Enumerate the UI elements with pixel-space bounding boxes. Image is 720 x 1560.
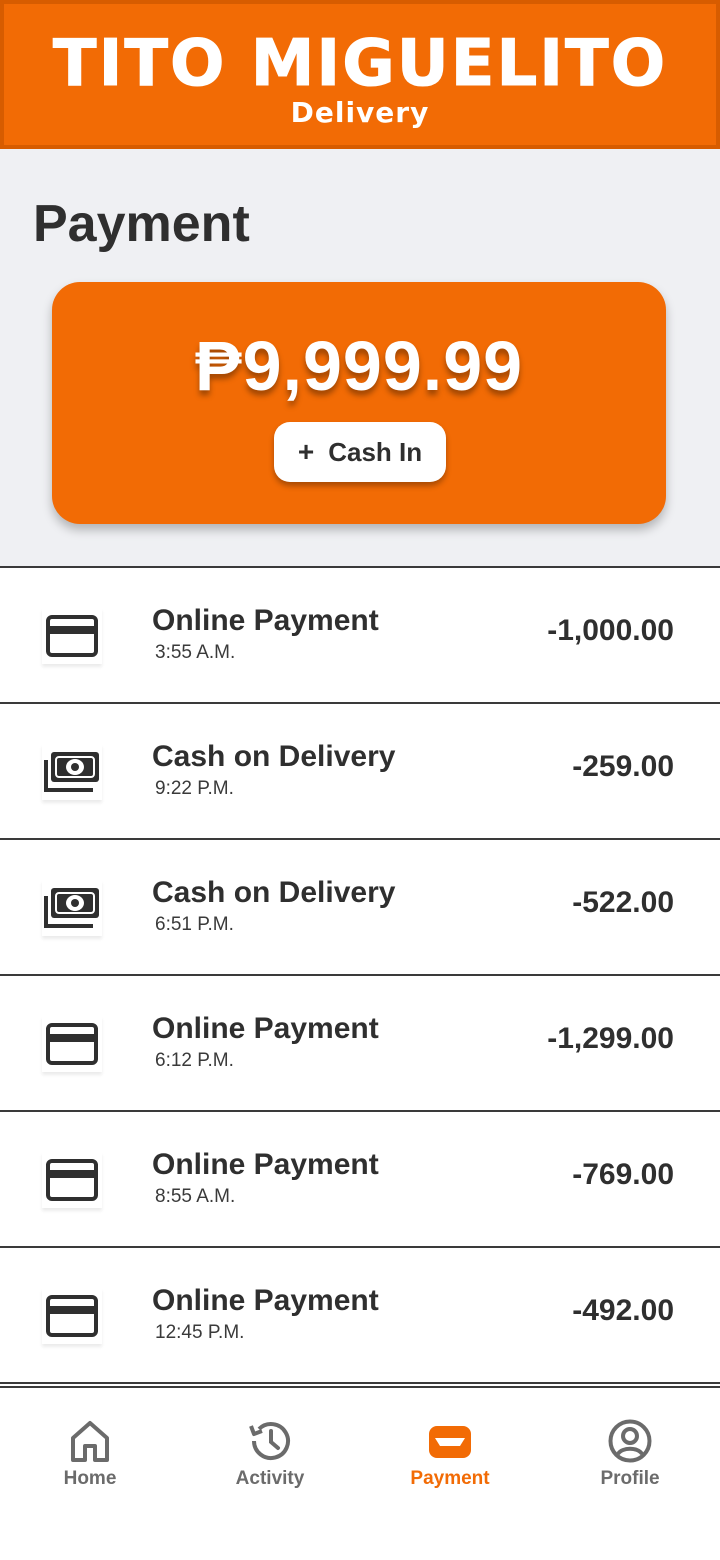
brand-title: TITO MIGUELITO <box>52 27 668 101</box>
transaction-amount: -522.00 <box>572 886 674 919</box>
wallet-balance: ₱9,999.99 <box>194 327 524 405</box>
nav-label-profile: Profile <box>600 1468 660 1489</box>
profile-icon <box>540 1418 720 1464</box>
transaction-row[interactable]: Online Payment 12:45 P.M. -492.00 <box>0 1248 720 1384</box>
cash-in-label: Cash In <box>328 436 423 467</box>
transaction-time: 6:12 P.M. <box>155 1050 234 1071</box>
nav-item-home[interactable]: Home <box>0 1388 180 1560</box>
transaction-amount: -1,000.00 <box>547 614 674 647</box>
plus-icon: + <box>297 436 315 467</box>
credit-card-icon <box>42 608 102 664</box>
transaction-type: Online Payment <box>152 1148 379 1181</box>
transaction-type: Online Payment <box>152 1284 379 1317</box>
cash-in-button[interactable]: + Cash In <box>274 422 446 482</box>
nav-item-payment[interactable]: Payment <box>360 1388 540 1560</box>
transaction-amount: -492.00 <box>572 1294 674 1327</box>
transaction-row[interactable]: Cash on Delivery 9:22 P.M. -259.00 <box>0 704 720 840</box>
credit-card-icon <box>42 1152 102 1208</box>
cash-icon <box>42 880 102 936</box>
transaction-time: 9:22 P.M. <box>155 778 234 799</box>
transaction-row[interactable]: Online Payment 3:55 A.M. -1,000.00 <box>0 568 720 704</box>
credit-card-icon <box>42 1016 102 1072</box>
transaction-time: 3:55 A.M. <box>155 642 236 663</box>
transaction-row[interactable]: Cash on Delivery 6:51 P.M. -522.00 <box>0 840 720 976</box>
transaction-row[interactable]: Online Payment 8:55 A.M. -769.00 <box>0 1112 720 1248</box>
transaction-time: 8:55 A.M. <box>155 1186 236 1207</box>
nav-item-activity[interactable]: Activity <box>180 1388 360 1560</box>
page-title: Payment <box>33 195 250 253</box>
transaction-type: Cash on Delivery <box>152 876 396 909</box>
nav-item-profile[interactable]: Profile <box>540 1388 720 1560</box>
bottom-navigation: Home Activity Payment Profile <box>0 1386 720 1560</box>
nav-label-home: Home <box>63 1468 117 1489</box>
cash-icon <box>42 744 102 800</box>
transaction-amount: -1,299.00 <box>547 1022 674 1055</box>
history-icon <box>180 1418 360 1464</box>
transaction-list: Online Payment 3:55 A.M. -1,000.00 Cash … <box>0 566 720 1384</box>
nav-label-payment: Payment <box>410 1468 490 1489</box>
nav-label-activity: Activity <box>235 1468 305 1489</box>
transaction-row[interactable]: Online Payment 6:12 P.M. -1,299.00 <box>0 976 720 1112</box>
transaction-type: Online Payment <box>152 604 379 637</box>
transaction-amount: -259.00 <box>572 750 674 783</box>
transaction-time: 12:45 P.M. <box>155 1322 245 1343</box>
app-header: TITO MIGUELITO Delivery <box>0 0 720 149</box>
transaction-type: Cash on Delivery <box>152 740 396 773</box>
balance-card: ₱9,999.99 + Cash In <box>52 282 666 524</box>
transaction-type: Online Payment <box>152 1012 379 1045</box>
credit-card-icon <box>42 1288 102 1344</box>
home-icon <box>0 1418 180 1464</box>
transaction-time: 6:51 P.M. <box>155 914 234 935</box>
payment-summary-section: Payment ₱9,999.99 + Cash In <box>0 149 720 567</box>
transaction-amount: -769.00 <box>572 1158 674 1191</box>
wallet-icon <box>360 1418 540 1464</box>
